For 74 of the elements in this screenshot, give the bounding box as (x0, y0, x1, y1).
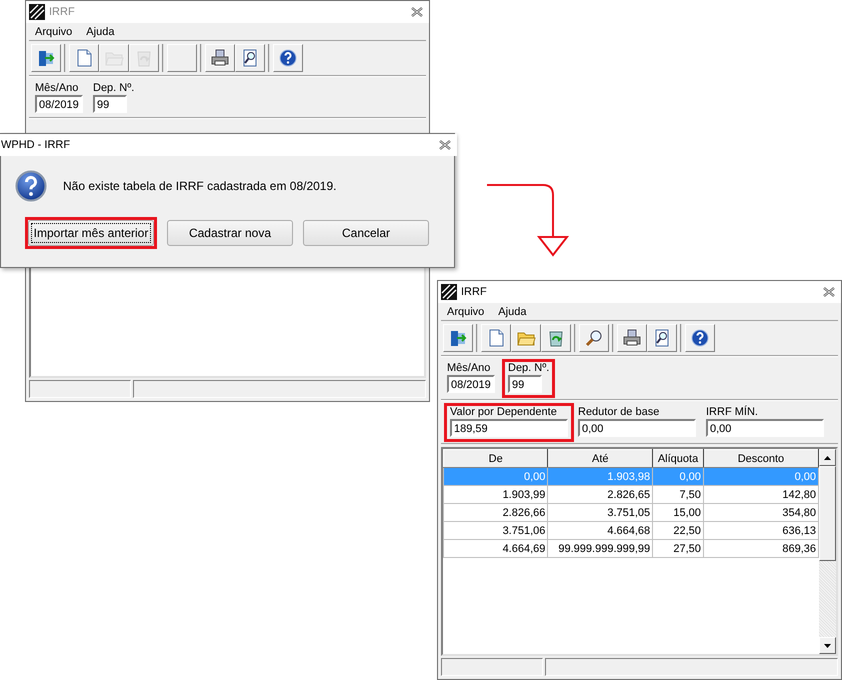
toolbar-button[interactable] (685, 324, 715, 352)
caret-down-icon (824, 644, 831, 648)
table-cell: 3.751,06 (444, 522, 548, 540)
table-row[interactable]: 1.903,99 2.826,65 7,50 142,80 (444, 486, 818, 504)
toolbar-button[interactable] (579, 324, 609, 352)
table-cell: 15,00 (652, 504, 704, 522)
input-field[interactable]: 0,00 (578, 419, 696, 437)
table-cell: 636,13 (703, 522, 818, 540)
app-logo-icon (29, 4, 45, 20)
help-icon (690, 328, 710, 348)
table-cell: 2.826,65 (548, 486, 653, 504)
input-field[interactable]: 08/2019 (447, 375, 495, 393)
dialog-button[interactable]: Cadastrar nova (167, 220, 293, 246)
toolbar-button[interactable] (205, 44, 235, 72)
field-label: Dep. Nº. (508, 362, 550, 374)
table-cell: 99.999.999.999,99 (548, 540, 653, 558)
menu-item[interactable]: Arquivo (447, 306, 484, 318)
table-cell: 4.664,68 (548, 522, 653, 540)
field-label: Mês/Ano (447, 362, 490, 374)
door-icon (448, 328, 468, 348)
column-header[interactable]: Até (548, 450, 653, 468)
dialog-button[interactable]: Importar mês anterior (28, 220, 154, 246)
toolbar-button[interactable] (617, 324, 647, 352)
window-title: IRRF (49, 6, 76, 18)
table-cell: 22,50 (652, 522, 704, 540)
field-label: Redutor de base (578, 406, 660, 418)
help-icon (278, 48, 298, 68)
printer-icon (622, 328, 642, 348)
column-header[interactable]: Alíquota (652, 450, 704, 468)
column-header[interactable]: De (444, 450, 548, 468)
table-cell: 0,00 (444, 468, 548, 486)
table-cell: 3.751,05 (548, 504, 653, 522)
field-label: IRRF MÍN. (706, 406, 758, 418)
table-cell: 869,36 (703, 540, 818, 558)
search-icon (584, 328, 604, 348)
table-cell: 7,50 (652, 486, 704, 504)
scroll-thumb[interactable] (819, 466, 836, 561)
table-cell: 27,50 (652, 540, 704, 558)
table-cell: 354,80 (703, 504, 818, 522)
table-cell: 0,00 (703, 468, 818, 486)
window-title: WPHD - IRRF (1, 139, 72, 151)
table-row[interactable]: 2.826,66 3.751,05 15,00 354,80 (444, 504, 818, 522)
question-icon (15, 170, 47, 202)
input-field[interactable]: 189,59 (450, 419, 568, 437)
input-field[interactable]: 0,00 (706, 419, 824, 437)
table-cell: 1.903,98 (548, 468, 653, 486)
toolbar-button[interactable] (273, 44, 303, 72)
menu-item[interactable]: Ajuda (498, 306, 526, 318)
close-icon[interactable] (439, 140, 451, 150)
field-label: Dep. Nº. (93, 82, 134, 94)
scroll-up-button[interactable] (819, 449, 836, 466)
toolbar-button[interactable] (235, 44, 265, 72)
scroll-down-button[interactable] (819, 637, 836, 654)
input-field[interactable]: 99 (508, 375, 542, 393)
table-cell: 1.903,99 (444, 486, 548, 504)
close-icon[interactable] (823, 287, 835, 297)
column-header[interactable]: Desconto (703, 450, 818, 468)
door-icon (36, 48, 56, 68)
toolbar-button[interactable] (647, 324, 677, 352)
field-label: Valor por Dependente (450, 406, 557, 418)
field-label: Mês/Ano (35, 82, 78, 94)
table-cell: 2.826,66 (444, 504, 548, 522)
window-title: IRRF (461, 286, 488, 298)
caret-up-icon (824, 456, 831, 460)
table-row[interactable]: 4.664,69 99.999.999.999,99 27,50 869,36 (444, 540, 818, 558)
table-cell: 142,80 (703, 486, 818, 504)
table-row[interactable]: 3.751,06 4.664,68 22,50 636,13 (444, 522, 818, 540)
dialog-message: Não existe tabela de IRRF cadastrada em 08/2019. (63, 179, 336, 193)
app-logo-icon (441, 284, 457, 300)
dialog-button[interactable]: Cancelar (303, 220, 429, 246)
printer-icon (210, 48, 230, 68)
table-cell: 0,00 (652, 468, 704, 486)
table-cell: 4.664,69 (444, 540, 548, 558)
toolbar-button[interactable] (443, 324, 473, 352)
